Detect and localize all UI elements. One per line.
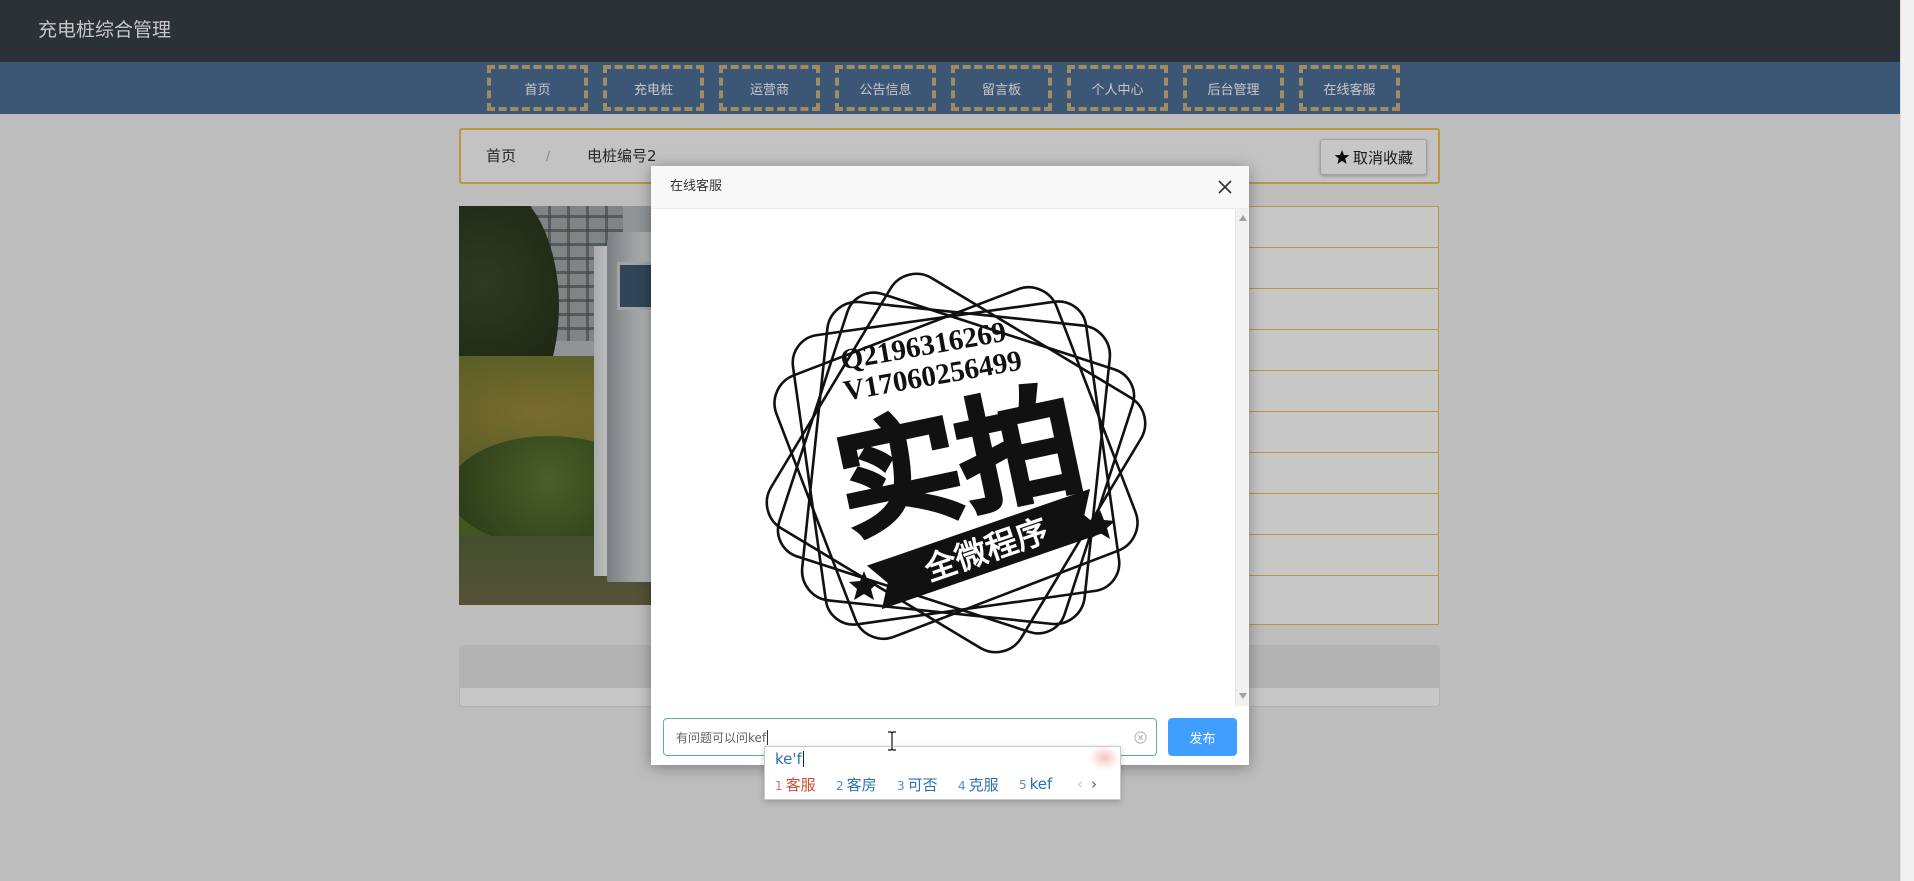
- ime-candidate[interactable]: 4 克服: [958, 774, 1019, 795]
- ime-candidate-index: 4: [958, 778, 966, 793]
- ime-candidate[interactable]: 2 客房: [836, 774, 897, 795]
- ime-composition: ke'f: [775, 748, 804, 770]
- text-caret: [767, 729, 769, 745]
- ime-candidate-text: 可否: [907, 775, 938, 794]
- ime-candidate-index: 3: [897, 778, 905, 793]
- publish-button[interactable]: 发布: [1168, 718, 1237, 756]
- ime-candidate[interactable]: 3 可否: [897, 774, 958, 795]
- ime-caret: [802, 751, 804, 767]
- dialog-body: Q2196316269 V17060256499 实拍 全微程序: [651, 209, 1249, 706]
- ime-candidate-text: 克服: [968, 775, 999, 794]
- ime-candidate[interactable]: 1 客服: [775, 774, 836, 795]
- ime-candidate-text: kef: [1029, 775, 1053, 793]
- close-icon[interactable]: [1218, 180, 1232, 194]
- online-service-dialog: 在线客服 Q2196316269 V17060256499 实拍 全微程序 有问…: [651, 166, 1249, 765]
- ime-candidate-index: 2: [836, 778, 844, 793]
- dialog-scrollbar[interactable]: [1235, 209, 1249, 706]
- ime-candidate[interactable]: 5 kef: [1019, 775, 1080, 793]
- ime-candidate-index: 1: [775, 778, 783, 793]
- message-input-value: 有问题可以问kef: [676, 730, 767, 745]
- page-scrollbar[interactable]: [1900, 0, 1914, 881]
- scroll-down-icon[interactable]: [1239, 693, 1247, 699]
- ime-prev-page-button[interactable]: ‹: [1077, 771, 1083, 797]
- ime-candidate-list: 1 客服 2 客房 3 可否 4 克服 5 kef: [775, 771, 1080, 797]
- ime-composition-text: ke'f: [775, 750, 802, 768]
- dialog-title: 在线客服: [670, 179, 723, 194]
- scroll-up-icon[interactable]: [1239, 215, 1247, 221]
- service-contact-image: Q2196316269 V17060256499 实拍 全微程序: [765, 272, 1147, 654]
- ime-candidate-window: ke'f 1 客服 2 客房 3 可否 4 克服 5 kef ‹ ›: [764, 746, 1121, 800]
- ime-logo-icon: [1088, 747, 1118, 771]
- ime-next-page-button[interactable]: ›: [1091, 771, 1097, 797]
- ime-candidate-text: 客房: [846, 775, 877, 794]
- dialog-header: 在线客服: [651, 166, 1249, 209]
- text-cursor-icon: [888, 731, 896, 751]
- ime-candidate-index: 5: [1019, 778, 1027, 792]
- clear-icon[interactable]: [1134, 731, 1147, 744]
- ime-candidate-text: 客服: [785, 775, 816, 794]
